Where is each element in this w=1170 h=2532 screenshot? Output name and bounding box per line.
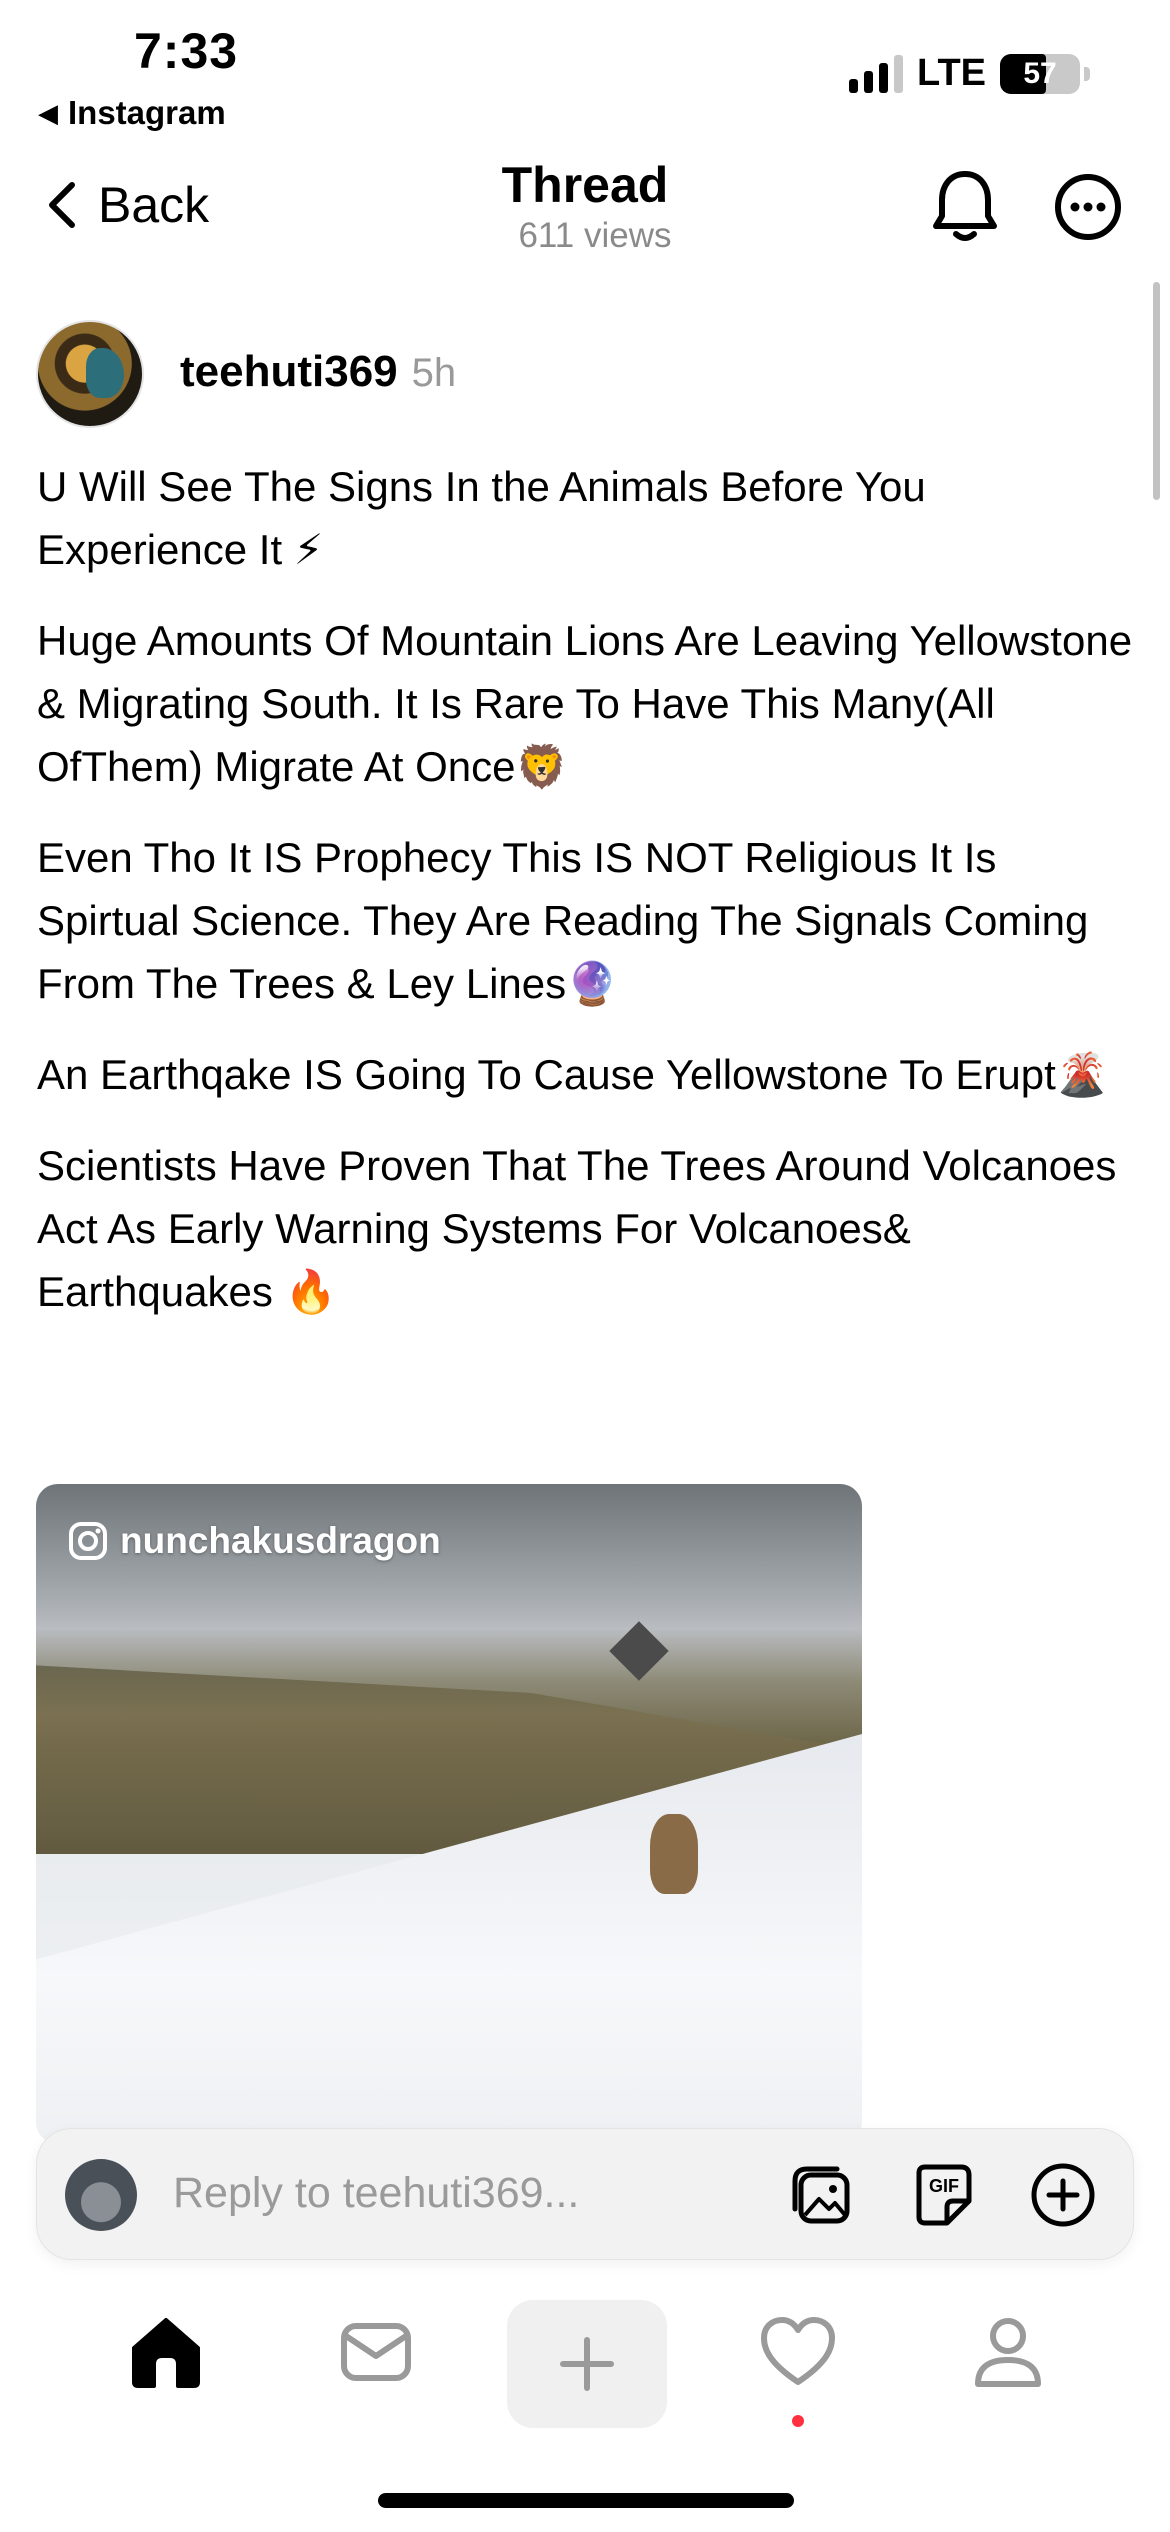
bell-icon[interactable] [930, 168, 1000, 244]
network-type: LTE [917, 52, 986, 94]
watermark-handle: nunchakusdragon [120, 1520, 441, 1561]
gif-icon[interactable]: GIF [907, 2159, 979, 2231]
add-circle-icon[interactable] [1027, 2159, 1099, 2231]
scroll-indicator[interactable] [1153, 282, 1160, 500]
status-time: 7:33 [134, 23, 239, 79]
reply-input[interactable]: Reply to teehuti369... [173, 2169, 579, 2218]
post-paragraph: An Earthqake IS Going To Cause Yellowsto… [37, 1051, 1109, 1098]
more-options-icon[interactable] [1053, 172, 1123, 242]
battery-tip [1084, 66, 1090, 81]
heart-icon[interactable] [758, 2312, 838, 2392]
video-watermark: nunchakusdragon [68, 1520, 441, 1562]
road-sign [609, 1621, 669, 1681]
post-paragraph: Scientists Have Proven That The Trees Ar… [37, 1142, 1117, 1315]
activity-notification-dot [792, 2415, 804, 2427]
status-indicators: LTE 57 [849, 52, 1090, 95]
home-icon[interactable] [126, 2312, 206, 2392]
reply-composer[interactable]: Reply to teehuti369... GIF [36, 2128, 1134, 2260]
post-paragraph: Huge Amounts Of Mountain Lions Are Leavi… [37, 617, 1133, 790]
svg-text:GIF: GIF [929, 2176, 959, 2196]
post-author-row: teehuti369 5h [180, 347, 456, 397]
plus-icon [560, 2337, 614, 2391]
post-body: U Will See The Signs In the Animals Befo… [37, 455, 1137, 1351]
inbox-icon[interactable] [336, 2312, 416, 2392]
post-username[interactable]: teehuti369 [180, 347, 398, 397]
instagram-icon [69, 1522, 107, 1560]
post-paragraph: U Will See The Signs In the Animals Befo… [37, 463, 926, 573]
back-triangle-icon: ◀ [38, 97, 58, 128]
cellular-signal-icon [849, 54, 904, 93]
mountain-lion [650, 1814, 698, 1894]
author-avatar[interactable] [36, 320, 144, 428]
battery-level: 57 [1023, 56, 1057, 90]
post-timestamp: 5h [411, 351, 457, 395]
battery-icon: 57 [1000, 53, 1080, 94]
post-paragraph: Even Tho It IS Prophecy This IS NOT Reli… [37, 834, 1089, 1007]
new-thread-button[interactable] [507, 2300, 667, 2428]
gallery-icon[interactable] [787, 2159, 859, 2231]
back-app-label: Instagram [68, 94, 226, 131]
back-to-app-link[interactable]: ◀ Instagram [38, 94, 226, 132]
home-indicator[interactable] [378, 2493, 794, 2508]
my-avatar [65, 2159, 137, 2231]
profile-icon[interactable] [968, 2312, 1048, 2392]
post-video[interactable]: nunchakusdragon [36, 1484, 862, 2144]
